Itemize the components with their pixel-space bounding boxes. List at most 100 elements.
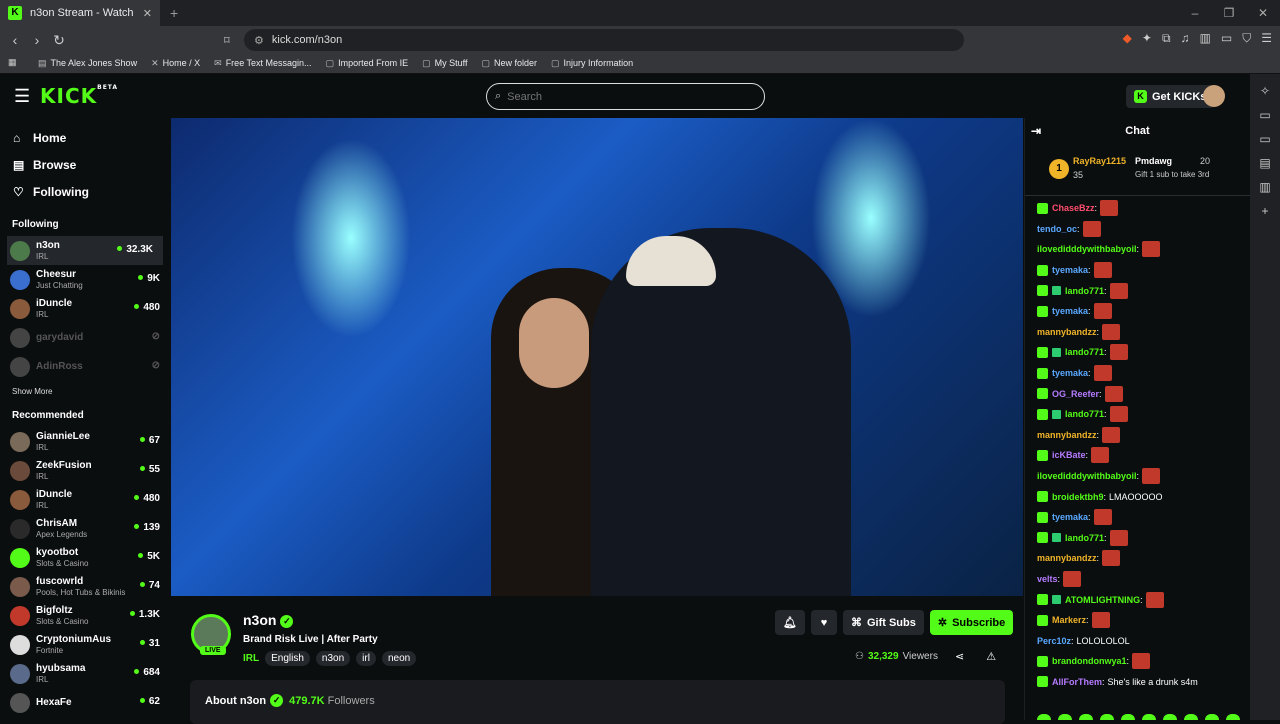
chat-username[interactable]: ATOMLIGHTNING — [1065, 595, 1140, 605]
bookmark-item[interactable]: ✕ Home / X — [151, 58, 200, 69]
puzzle-icon[interactable]: ⧉ — [1162, 31, 1171, 46]
tag[interactable]: irl — [356, 651, 376, 666]
vpn-icon[interactable]: ⛉ — [1242, 31, 1251, 46]
search-input[interactable] — [507, 90, 728, 103]
leo-ai-icon[interactable]: ✧ — [1260, 84, 1270, 98]
brave-shield-icon[interactable]: ◆ — [1123, 31, 1132, 46]
sidebar-channel[interactable]: CryptoniumAus Fortnite 31 — [0, 630, 170, 659]
report-icon[interactable]: ⚠ — [986, 650, 996, 663]
reading-list-icon[interactable]: ▥ — [1259, 180, 1270, 194]
sidebar-channel[interactable]: ChrisAM Apex Legends 139 — [0, 514, 170, 543]
chat-username[interactable]: broidektbh9 — [1052, 492, 1104, 502]
sidebar-channel[interactable]: hyubsama IRL 684 — [0, 659, 170, 688]
kick-logo[interactable]: KICKBETA — [40, 84, 118, 108]
chat-username[interactable]: mannybandzz — [1037, 430, 1097, 440]
chat-username[interactable]: tyemaka — [1052, 368, 1088, 378]
bookmark-folder[interactable]: ▢ New folder — [481, 58, 537, 69]
chat-username[interactable]: tyemaka — [1052, 265, 1088, 275]
sidebar-channel[interactable]: ZeekFusion IRL 55 — [0, 456, 170, 485]
chat-username[interactable]: tyemaka — [1052, 512, 1088, 522]
bookmark-item[interactable]: ▤ The Alex Jones Show — [38, 58, 137, 69]
chat-username[interactable]: lando771 — [1065, 533, 1104, 543]
sidebar-channel[interactable]: AdinRoss ⊘ — [0, 352, 170, 381]
music-icon[interactable]: ♫ — [1181, 31, 1190, 46]
nav-home[interactable]: ⌂ Home — [0, 124, 170, 151]
restore-icon[interactable]: ❐ — [1212, 0, 1246, 26]
bookmark-folder[interactable]: ▢ My Stuff — [422, 58, 467, 69]
sidebar-icon[interactable]: ▥ — [1200, 31, 1211, 46]
video-player[interactable] — [171, 118, 1023, 596]
sidebar-channel[interactable]: GiannieLee IRL 67 — [0, 427, 170, 456]
chat-username[interactable]: velts — [1037, 574, 1058, 584]
back-icon[interactable]: ‹ — [4, 32, 26, 48]
streamer-name[interactable]: n3on ✓ — [243, 612, 294, 628]
bookmark-folder[interactable]: ▢ Injury Information — [551, 58, 633, 69]
chat-username[interactable]: ilovedidddywithbabyoil — [1037, 471, 1137, 481]
second-gifter-name[interactable]: Pmdawg — [1135, 156, 1172, 166]
close-tab-icon[interactable]: ✕ — [143, 7, 152, 20]
chat-username[interactable]: tyemaka — [1052, 306, 1088, 316]
bookmark-icon[interactable]: ⌑ — [224, 34, 230, 47]
url-bar[interactable]: ⌑ ⚙ kick.com/n3on — [224, 29, 964, 51]
follow-heart-button[interactable]: ♥ — [810, 610, 837, 635]
gift-subs-button[interactable]: ⌘ Gift Subs — [842, 610, 924, 635]
close-window-icon[interactable]: ✕ — [1246, 0, 1280, 26]
collapse-chat-icon[interactable]: ⇥ — [1031, 124, 1041, 138]
minimize-icon[interactable]: – — [1178, 0, 1212, 26]
chat-username[interactable]: tendo_oc — [1037, 224, 1077, 234]
sidebar-channel[interactable]: fuscowrld Pools, Hot Tubs & Bikinis 74 — [0, 572, 170, 601]
sidebar-channel[interactable]: iDuncle IRL 480 — [0, 485, 170, 514]
chat-username[interactable]: lando771 — [1065, 409, 1104, 419]
panel-icon[interactable]: ▭ — [1259, 108, 1270, 122]
chat-username[interactable]: brandondonwya1 — [1052, 656, 1127, 666]
chat-username[interactable]: Markerz — [1052, 615, 1086, 625]
search-box[interactable]: ⌕ — [486, 83, 765, 110]
forward-icon[interactable]: › — [26, 32, 48, 48]
chat-username[interactable]: lando771 — [1065, 286, 1104, 296]
hamburger-menu-icon[interactable]: ☰ — [14, 86, 30, 107]
tag[interactable]: neon — [381, 651, 417, 666]
panel-icon[interactable]: ▭ — [1259, 132, 1270, 146]
sidebar-channel[interactable]: kyootbot Slots & Casino 5K — [0, 543, 170, 572]
reload-icon[interactable]: ↻ — [48, 32, 70, 49]
nav-browse[interactable]: ▤ Browse — [0, 151, 170, 178]
extension-icon[interactable]: ✦ — [1142, 31, 1152, 46]
sidebar-channel[interactable]: HexaFe 62 — [0, 688, 170, 717]
tag[interactable]: n3on — [315, 651, 351, 666]
chat-username[interactable]: ilovedidddywithbabyoil — [1037, 244, 1137, 254]
chat-username[interactable]: OG_Reefer — [1052, 389, 1099, 399]
bookmark-folder[interactable]: ▢ Imported From IE — [326, 58, 409, 69]
chat-username[interactable]: icKBate — [1052, 450, 1086, 460]
chat-username[interactable]: lando771 — [1065, 347, 1104, 357]
sidebar-channel[interactable]: Bigfoltz Slots & Casino 1.3K — [0, 601, 170, 630]
notification-bell-button[interactable]: 🔔︎ — [775, 610, 805, 635]
bookmark-item[interactable]: ✉ Free Text Messagin... — [214, 58, 311, 69]
sidebar-channel[interactable]: n3on IRL 32.3K — [7, 236, 163, 265]
chat-username[interactable]: mannybandzz — [1037, 553, 1097, 563]
apps-grid-icon[interactable]: ▦ — [8, 57, 17, 68]
browser-tab[interactable]: K n3on Stream - Watch Live on ✕ — [0, 0, 160, 26]
chat-username[interactable]: AllForThem — [1052, 677, 1102, 687]
wallet-icon[interactable]: ▭ — [1221, 31, 1232, 46]
subscriber-badge-icon — [1037, 367, 1048, 379]
panel-icon[interactable]: ▤ — [1259, 156, 1270, 170]
new-tab-icon[interactable]: + — [170, 5, 178, 21]
top-gifter-name[interactable]: RayRay1215 — [1073, 156, 1126, 166]
user-avatar[interactable] — [1203, 85, 1225, 107]
share-icon[interactable]: ⋖ — [955, 650, 964, 663]
tag[interactable]: English — [265, 651, 310, 666]
sidebar-channel[interactable]: garydavid ⊘ — [0, 323, 170, 352]
chat-username[interactable]: ChaseBzz — [1052, 203, 1095, 213]
chat-username[interactable]: mannybandzz — [1037, 327, 1097, 337]
site-info-icon[interactable]: ⚙ — [254, 34, 264, 47]
show-more-link[interactable]: Show More — [0, 387, 170, 396]
menu-icon[interactable]: ☰ — [1261, 31, 1272, 46]
sidebar-channel[interactable]: iDuncle IRL 480 — [0, 294, 170, 323]
category-link[interactable]: IRL — [243, 653, 259, 664]
chat-username[interactable]: Perc10z — [1037, 636, 1071, 646]
subscribe-button[interactable]: ✲ Subscribe — [929, 610, 1014, 635]
sidebar-channel[interactable]: Cheesur Just Chatting 9K — [0, 265, 170, 294]
nav-following[interactable]: ♡ Following — [0, 178, 170, 205]
get-kicks-button[interactable]: K Get KICKs — [1126, 85, 1215, 108]
add-panel-icon[interactable]: + — [1261, 204, 1268, 218]
